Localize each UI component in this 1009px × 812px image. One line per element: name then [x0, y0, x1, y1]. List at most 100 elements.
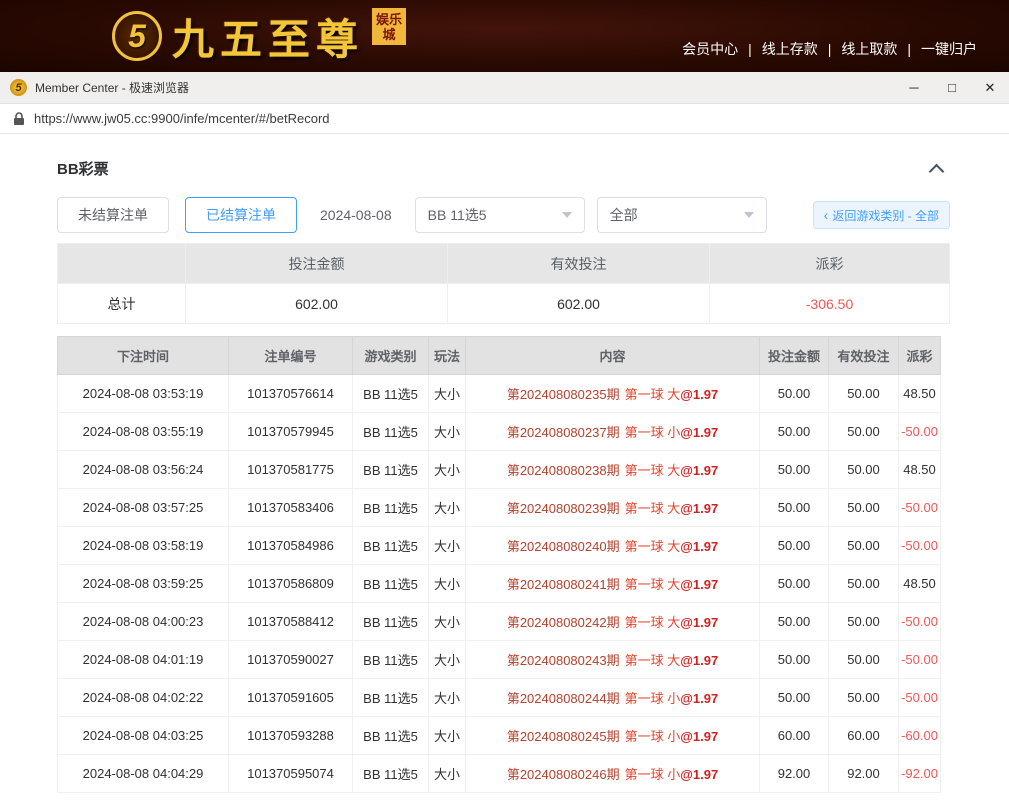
cell-content: 第202408080235期第一球 大@1.97: [466, 375, 760, 413]
back-to-game-category-button[interactable]: ‹ 返回游戏类别 - 全部: [813, 201, 950, 229]
content-period: 第202408080243期: [507, 653, 620, 668]
cell-valid-bet: 50.00: [829, 679, 899, 717]
content-pick: 第一球 大: [625, 577, 681, 592]
content-pick: 第一球 大: [625, 615, 681, 630]
table-row: 2024-08-08 04:00:23 101370588412 BB 11选5…: [58, 603, 941, 641]
content-pick: 第一球 大: [625, 463, 681, 478]
content-period: 第202408080240期: [507, 539, 620, 554]
cell-content: 第202408080245期第一球 小@1.97: [466, 717, 760, 755]
unsettled-bets-button[interactable]: 未结算注单: [57, 197, 169, 233]
url-text[interactable]: https://www.jw05.cc:9900/infe/mcenter/#/…: [34, 111, 330, 126]
close-button[interactable]: ✕: [971, 72, 1009, 103]
cell-payout: -50.00: [899, 489, 941, 527]
bet-record-table: 下注时间 注单编号 游戏类别 玩法 内容 投注金额 有效投注 派彩 2024-0…: [57, 336, 941, 793]
panel-header: BB彩票: [57, 158, 950, 179]
chevron-down-icon: [744, 212, 754, 218]
cell-order-number: 101370583406: [229, 489, 353, 527]
content-odds: @1.97: [680, 463, 718, 478]
cell-order-number: 101370584986: [229, 527, 353, 565]
nav-withdraw[interactable]: 线上取款: [818, 39, 898, 59]
chevron-up-icon[interactable]: [929, 164, 945, 180]
date-picker[interactable]: 2024-08-08: [320, 207, 392, 223]
cell-game-category: BB 11选5: [353, 755, 429, 793]
cell-valid-bet: 60.00: [829, 717, 899, 755]
summary-header-payout: 派彩: [710, 244, 950, 284]
cell-payout: -50.00: [899, 413, 941, 451]
cell-bet-amount: 50.00: [760, 565, 829, 603]
table-row: 2024-08-08 04:03:25 101370593288 BB 11选5…: [58, 717, 941, 755]
cell-payout: 48.50: [899, 565, 941, 603]
summary-total-label: 总计: [58, 284, 186, 324]
content-period: 第202408080241期: [507, 577, 620, 592]
content-period: 第202408080239期: [507, 501, 620, 516]
content-odds: @1.97: [680, 691, 718, 706]
content-odds: @1.97: [680, 653, 718, 668]
cell-bet-time: 2024-08-08 04:04:29: [58, 755, 229, 793]
content-period: 第202408080245期: [507, 729, 620, 744]
bet-table-body: 2024-08-08 03:53:19 101370576614 BB 11选5…: [58, 375, 941, 793]
type-select[interactable]: 全部: [597, 197, 767, 233]
summary-payout: -306.50: [710, 284, 950, 324]
table-row: 2024-08-08 04:01:19 101370590027 BB 11选5…: [58, 641, 941, 679]
content-odds: @1.97: [680, 577, 718, 592]
cell-game-category: BB 11选5: [353, 413, 429, 451]
header-valid-bet: 有效投注: [829, 337, 899, 375]
cell-valid-bet: 50.00: [829, 641, 899, 679]
cell-play-type: 大小: [429, 413, 466, 451]
cell-valid-bet: 50.00: [829, 413, 899, 451]
cell-game-category: BB 11选5: [353, 527, 429, 565]
cell-order-number: 101370581775: [229, 451, 353, 489]
table-header-row: 下注时间 注单编号 游戏类别 玩法 内容 投注金额 有效投注 派彩: [58, 337, 941, 375]
cell-bet-time: 2024-08-08 03:58:19: [58, 527, 229, 565]
summary-valid-bet: 602.00: [448, 284, 710, 324]
content-odds: @1.97: [680, 729, 718, 744]
cell-valid-bet: 50.00: [829, 375, 899, 413]
nav-member-center[interactable]: 会员中心: [682, 39, 738, 59]
content-period: 第202408080242期: [507, 615, 620, 630]
game-select[interactable]: BB 11选5: [415, 197, 585, 233]
content-odds: @1.97: [680, 387, 718, 402]
cell-content: 第202408080239期第一球 大@1.97: [466, 489, 760, 527]
nav-one-key-transfer[interactable]: 一键归户: [897, 39, 977, 59]
minimize-button[interactable]: ─: [895, 72, 933, 103]
cell-order-number: 101370588412: [229, 603, 353, 641]
main-content: BB彩票 未结算注单 已结算注单 2024-08-08 BB 11选5 全部 ‹…: [0, 158, 1009, 793]
content-pick: 第一球 大: [625, 501, 681, 516]
cell-play-type: 大小: [429, 565, 466, 603]
summary-header-empty: [58, 244, 186, 284]
cell-bet-time: 2024-08-08 03:53:19: [58, 375, 229, 413]
cell-bet-amount: 50.00: [760, 641, 829, 679]
table-row: 2024-08-08 03:57:25 101370583406 BB 11选5…: [58, 489, 941, 527]
content-pick: 第一球 小: [625, 425, 681, 440]
address-bar[interactable]: https://www.jw05.cc:9900/infe/mcenter/#/…: [0, 104, 1009, 134]
cell-valid-bet: 50.00: [829, 451, 899, 489]
content-period: 第202408080237期: [507, 425, 620, 440]
cell-order-number: 101370576614: [229, 375, 353, 413]
content-period: 第202408080244期: [507, 691, 620, 706]
logo-badge-line2: 城: [376, 27, 402, 43]
cell-order-number: 101370590027: [229, 641, 353, 679]
window-controls: ─ □ ✕: [895, 72, 1009, 103]
cell-bet-time: 2024-08-08 04:01:19: [58, 641, 229, 679]
cell-order-number: 101370595074: [229, 755, 353, 793]
chevron-down-icon: [562, 212, 572, 218]
cell-content: 第202408080244期第一球 小@1.97: [466, 679, 760, 717]
cell-order-number: 101370579945: [229, 413, 353, 451]
cell-payout: -50.00: [899, 527, 941, 565]
logo-badge-line1: 娱乐: [376, 12, 402, 28]
table-row: 2024-08-08 04:04:29 101370595074 BB 11选5…: [58, 755, 941, 793]
cell-bet-time: 2024-08-08 04:03:25: [58, 717, 229, 755]
header-bet-time: 下注时间: [58, 337, 229, 375]
cell-bet-time: 2024-08-08 03:59:25: [58, 565, 229, 603]
cell-order-number: 101370593288: [229, 717, 353, 755]
cell-content: 第202408080242期第一球 大@1.97: [466, 603, 760, 641]
lock-icon: [13, 112, 25, 126]
cell-game-category: BB 11选5: [353, 451, 429, 489]
cell-game-category: BB 11选5: [353, 489, 429, 527]
cell-bet-amount: 50.00: [760, 489, 829, 527]
maximize-button[interactable]: □: [933, 72, 971, 103]
settled-bets-button[interactable]: 已结算注单: [185, 197, 297, 233]
window-title: Member Center - 极速浏览器: [35, 79, 189, 96]
content-pick: 第一球 小: [625, 691, 681, 706]
nav-deposit[interactable]: 线上存款: [738, 39, 818, 59]
